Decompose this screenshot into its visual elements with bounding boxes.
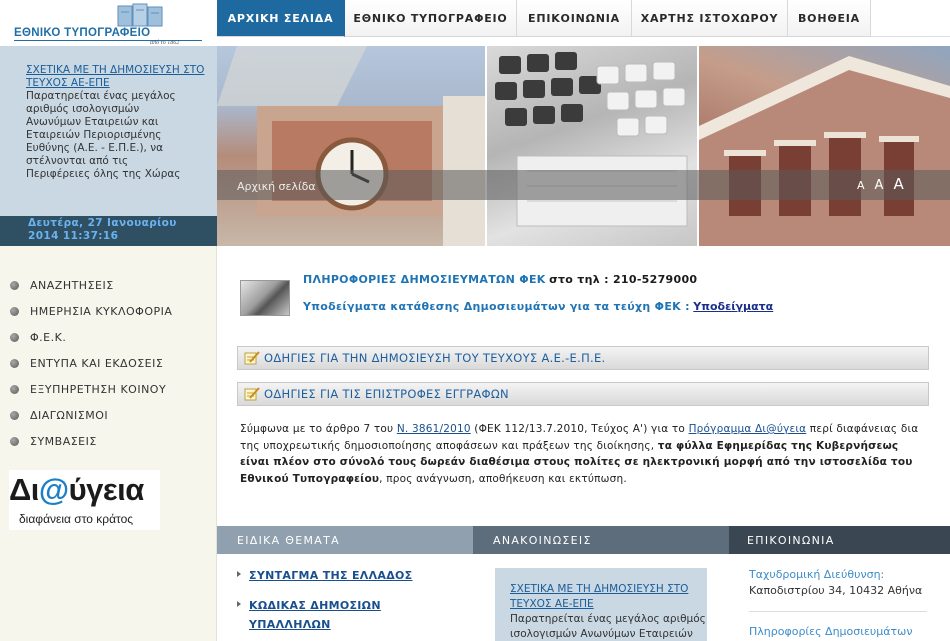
font-size-large-button[interactable]: A xyxy=(893,175,903,193)
announcements-column: ΣΧΕΤΙΚΑ ΜΕ ΤΗ ΔΗΜΟΣΙΕΥΣΗ ΣΤΟ ΤΕΥΧΟΣ ΑΕ-ΕΠ… xyxy=(473,554,729,641)
announcements-header: ΑΝΑΚΟΙΝΩΣΕΙΣ xyxy=(473,526,729,554)
announcement-link[interactable]: ΣΧΕΤΙΚΑ ΜΕ ΤΗ ΔΗΜΟΣΙΕΥΣΗ ΣΤΟ ΤΕΥΧΟΣ ΑΕ-ΕΠ… xyxy=(510,582,707,612)
main-content: ΠΛΗΡΟΦΟΡΙΕΣ ΔΗΜΟΣΙΕΥΜΑΤΩΝ ΦΕΚ στο τηλ : … xyxy=(217,246,950,526)
font-size-controls: A A A xyxy=(857,175,904,193)
postal-address-label: Ταχυδρομική Διεύθυνση: xyxy=(749,568,885,581)
note-pencil-icon xyxy=(244,351,260,365)
banner-caption-bar xyxy=(217,170,950,200)
news-ticker: ΣΧΕΤΙΚΑ ΜΕ ΤΗ ΔΗΜΟΣΙΕΥΣΗ ΣΤΟ ΤΕΥΧΟΣ ΑΕ-Ε… xyxy=(0,46,217,216)
banner-photo-typewriter xyxy=(487,46,697,246)
special-topics-column: ΣΥΝΤΑΓΜΑ ΤΗΣ ΕΛΛΑΔΟΣ ΚΩΔΙΚΑΣ ΔΗΜΟΣΙΩΝ ΥΠΑ… xyxy=(217,554,473,641)
transparency-paragraph: Σύμφωνα με το άρθρο 7 του Ν. 3861/2010 (… xyxy=(240,423,919,485)
publication-info-label[interactable]: Πληροφορίες Δημοσιευμάτων xyxy=(749,624,950,640)
sidebar-item-daily-circulation[interactable]: ΗΜΕΡΗΣΙΑ ΚΥΚΛΟΦΟΡΙΑ xyxy=(10,298,210,324)
law-link[interactable]: Ν. 3861/2010 xyxy=(397,423,471,435)
diavgeia-tagline: διαφάνεια στο κράτος xyxy=(19,512,134,526)
announcement-card: ΣΧΕΤΙΚΑ ΜΕ ΤΗ ΔΗΜΟΣΙΕΥΣΗ ΣΤΟ ΤΕΥΧΟΣ ΑΕ-ΕΠ… xyxy=(495,568,707,641)
left-sidebar: ΑΝΑΖΗΤΗΣΕΙΣ ΗΜΕΡΗΣΙΑ ΚΥΚΛΟΦΟΡΙΑ Φ.Ε.Κ. Ε… xyxy=(0,246,217,641)
bullet-icon xyxy=(10,306,19,316)
bullet-icon xyxy=(10,410,19,420)
diavgeia-program-link[interactable]: Πρόγραμμα Δι@ύγεια xyxy=(689,423,807,435)
banner: ΣΧΕΤΙΚΑ ΜΕ ΤΗ ΔΗΜΟΣΙΕΥΣΗ ΣΤΟ ΤΕΥΧΟΣ ΑΕ-Ε… xyxy=(0,46,950,246)
bullet-icon xyxy=(10,436,19,446)
bullet-icon xyxy=(10,358,19,368)
diavgeia-logo: Δι@ύγεια xyxy=(9,472,144,507)
sidebar-item-searches[interactable]: ΑΝΑΖΗΤΗΣΕΙΣ xyxy=(10,272,210,298)
constitution-link[interactable]: ΣΥΝΤΑΓΜΑ ΤΗΣ ΕΛΛΑΔΟΣ xyxy=(237,566,413,585)
publication-info: ΠΛΗΡΟΦΟΡΙΕΣ ΔΗΜΟΣΙΕΥΜΑΤΩΝ ΦΕΚ στο τηλ : … xyxy=(303,273,697,286)
publication-info-phone: στο τηλ : 210-5279000 xyxy=(549,273,698,286)
contact-divider xyxy=(749,611,927,612)
guide-returns-bar[interactable]: ΟΔΗΓΙΕΣ ΓΙΑ ΤΙΣ ΕΠΙΣΤΡΟΦΕΣ ΕΓΓΡΑΦΩΝ xyxy=(237,382,929,406)
arrow-right-icon xyxy=(237,601,241,607)
bullet-icon xyxy=(10,332,19,342)
sidebar-item-contracts[interactable]: ΣΥΜΒΑΣΕΙΣ xyxy=(10,428,210,454)
tab-home[interactable]: ΑΡΧΙΚΗ ΣΕΛΙΔΑ xyxy=(217,0,345,37)
arrow-right-icon xyxy=(237,571,241,577)
font-size-medium-button[interactable]: A xyxy=(875,178,884,193)
guide-returns-label: ΟΔΗΓΙΕΣ ΓΙΑ ΤΙΣ ΕΠΙΣΤΡΟΦΕΣ ΕΓΓΡΑΦΩΝ xyxy=(264,387,509,401)
guide-ae-epe-label: ΟΔΗΓΙΕΣ ΓΙΑ ΤΗΝ ΔΗΜΟΣΙΕΥΣΗ ΤΟΥ ΤΕΥΧΟΥΣ Α… xyxy=(264,351,606,365)
diavgeia-banner[interactable]: Δι@ύγεια διαφάνεια στο κράτος xyxy=(9,470,160,530)
logo-name: ΕΘΝΙΚΟ ΤΥΠΟΓΡΑΦΕΙΟ xyxy=(14,27,151,39)
telephone-image xyxy=(240,280,290,316)
contact-column: Ταχυδρομική Διεύθυνση: Καποδιστρίου 34, … xyxy=(729,554,950,641)
breadcrumb[interactable]: Αρχική σελίδα xyxy=(237,180,316,193)
current-date: Δευτέρα, 27 Ιανουαρίου 2014 11:37:16 xyxy=(0,216,217,246)
top-navigation: ΑΡΧΙΚΗ ΣΕΛΙΔΑ ΕΘΝΙΚΟ ΤΥΠΟΓΡΑΦΕΙΟ ΕΠΙΚΟΙΝ… xyxy=(217,0,950,37)
postal-address-value: Καποδιστρίου 34, 10432 Αθήνα xyxy=(749,584,923,597)
font-size-small-button[interactable]: A xyxy=(857,179,865,192)
tab-help[interactable]: ΒΟΗΘΕΙΑ xyxy=(788,0,871,37)
guide-ae-epe-bar[interactable]: ΟΔΗΓΙΕΣ ΓΙΑ ΤΗΝ ΔΗΜΟΣΙΕΥΣΗ ΤΟΥ ΤΕΥΧΟΥΣ Α… xyxy=(237,346,929,370)
announcement-body: Παρατηρείται ένας μεγάλος αριθμός ισολογι… xyxy=(510,613,706,640)
special-topics-header: ΕΙΔΙΚΑ ΘΕΜΑΤΑ xyxy=(217,526,473,554)
tab-contact[interactable]: ΕΠΙΚΟΙΝΩΝΙΑ xyxy=(517,0,632,37)
news-ticker-link[interactable]: ΣΧΕΤΙΚΑ ΜΕ ΤΗ ΔΗΜΟΣΙΕΥΣΗ ΣΤΟ ΤΕΥΧΟΣ ΑΕ-Ε… xyxy=(26,64,209,90)
templates-link[interactable]: Υποδείγματα xyxy=(693,300,773,313)
templates-info: Υποδείγματα κατάθεσης Δημοσιευμάτων για … xyxy=(303,300,773,313)
contact-header: ΕΠΙΚΟΙΝΩΝΙΑ xyxy=(729,526,950,554)
tab-national-printing-office[interactable]: ΕΘΝΙΚΟ ΤΥΠΟΓΡΑΦΕΙΟ xyxy=(345,0,517,37)
tab-sitemap[interactable]: ΧΑΡΤΗΣ ΙΣΤΟΧΩΡΟΥ xyxy=(632,0,788,37)
templates-text: Υποδείγματα κατάθεσης Δημοσιευμάτων για … xyxy=(303,300,690,313)
bullet-icon xyxy=(10,280,19,290)
site-logo[interactable]: ΕΘΝΙΚΟ ΤΥΠΟΓΡΑΦΕΙΟ από το 1862 xyxy=(0,0,217,46)
bullet-icon xyxy=(10,384,19,394)
news-ticker-body: Παρατηρείται ένας μεγάλος αριθμός ισολογ… xyxy=(26,90,181,180)
civil-servants-code-link[interactable]: ΚΩΔΙΚΑΣ ΔΗΜΟΣΙΩΝ ΥΠΑΛΛΗΛΩΝ xyxy=(237,596,381,634)
sidebar-item-tenders[interactable]: ΔΙΑΓΩΝΙΣΜΟΙ xyxy=(10,402,210,428)
publication-info-title: ΠΛΗΡΟΦΟΡΙΕΣ ΔΗΜΟΣΙΕΥΜΑΤΩΝ ΦΕΚ xyxy=(303,273,546,286)
sidebar-item-fek[interactable]: Φ.Ε.Κ. xyxy=(10,324,210,350)
books-logo-icon xyxy=(117,3,163,27)
sidebar-item-forms-publications[interactable]: ΕΝΤΥΠΑ ΚΑΙ ΕΚΔΟΣΕΙΣ xyxy=(10,350,210,376)
banner-photo-clock xyxy=(217,46,485,246)
sidebar-menu: ΑΝΑΖΗΤΗΣΕΙΣ ΗΜΕΡΗΣΙΑ ΚΥΚΛΟΦΟΡΙΑ Φ.Ε.Κ. Ε… xyxy=(10,272,210,454)
sidebar-item-public-service[interactable]: ΕΞΥΠΗΡΕΤΗΣΗ ΚΟΙΝΟΥ xyxy=(10,376,210,402)
nav-filler xyxy=(871,0,950,37)
banner-photo-building xyxy=(699,46,950,246)
note-pencil-icon xyxy=(244,387,260,401)
